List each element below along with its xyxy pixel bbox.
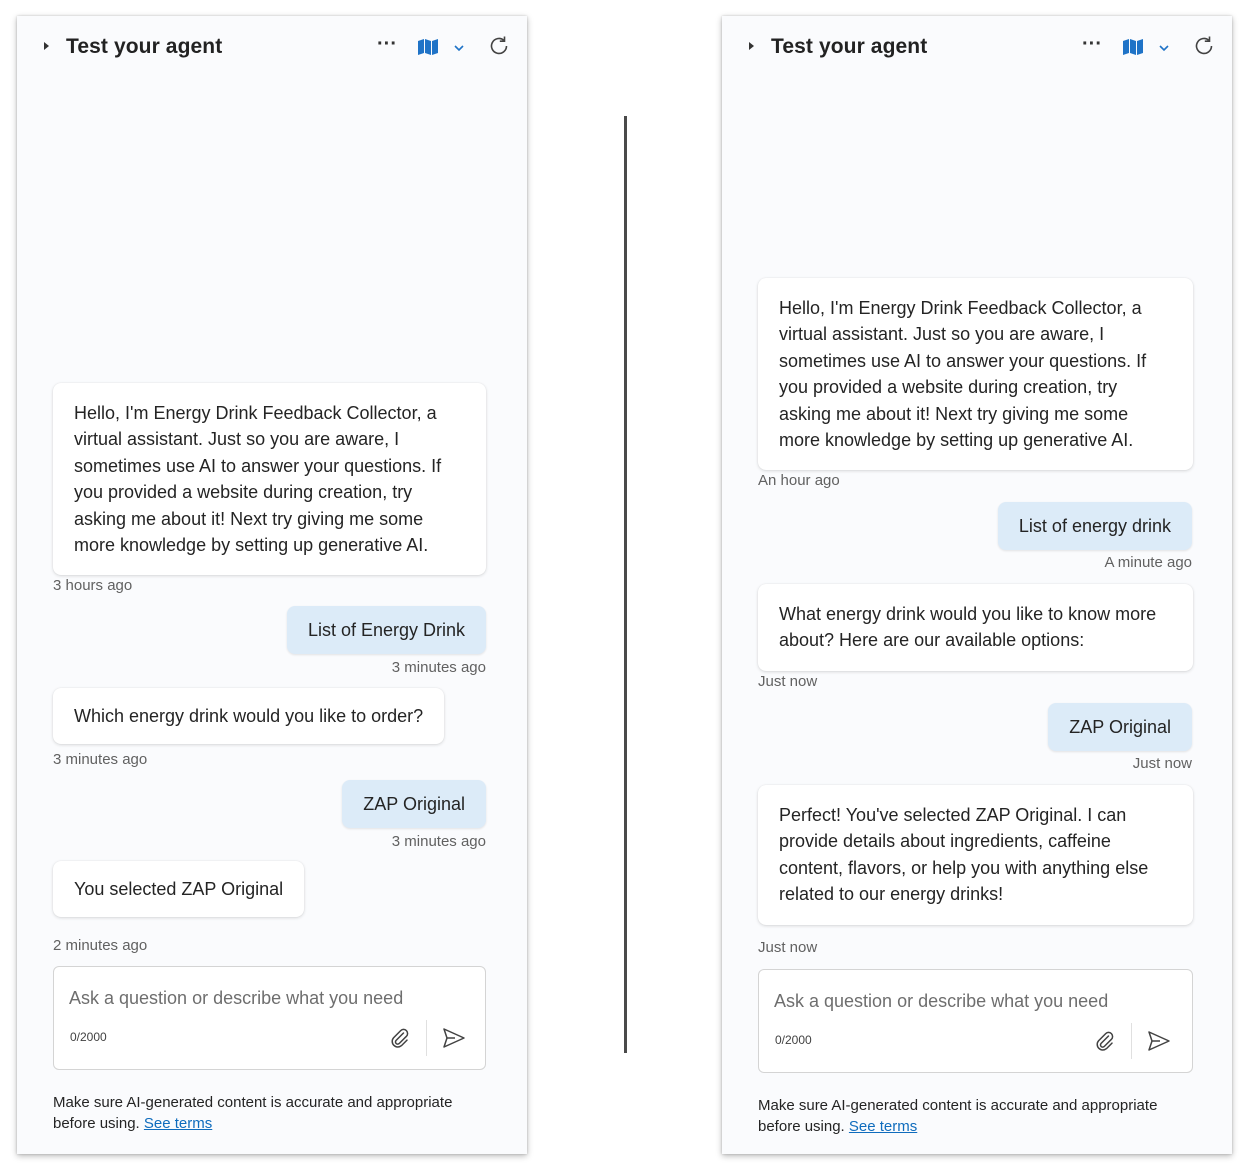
chat-input[interactable]: [69, 984, 469, 1012]
bot-message: You selected ZAP Original: [53, 861, 305, 918]
chevron-down-icon[interactable]: [1158, 40, 1170, 58]
attach-icon[interactable]: [1094, 1030, 1116, 1057]
user-message: List of energy drink: [997, 502, 1192, 550]
message-timestamp: 3 minutes ago: [391, 833, 486, 850]
chat-input[interactable]: [774, 987, 1174, 1015]
message-composer: 0/2000: [758, 969, 1193, 1073]
bot-message: Perfect! You've selected ZAP Original. I…: [758, 785, 1193, 925]
message-timestamp: Just now: [758, 673, 818, 690]
bot-message: Which energy drink would you like to ord…: [53, 688, 445, 745]
message-timestamp: 2 minutes ago: [53, 937, 148, 954]
chevron-down-icon[interactable]: [453, 40, 465, 58]
message-timestamp: Just now: [758, 939, 818, 956]
message-timestamp: Just now: [1132, 755, 1192, 772]
user-message: ZAP Original: [342, 780, 486, 828]
test-agent-panel-right: Test your agent ··· Hello, I'm Energy Dr…: [722, 16, 1232, 1154]
disclaimer: Make sure AI-generated content is accura…: [758, 1095, 1198, 1137]
message-composer: 0/2000: [53, 966, 486, 1070]
refresh-icon[interactable]: [488, 35, 510, 62]
map-icon[interactable]: [417, 38, 439, 61]
disclaimer-text: Make sure AI-generated content is accura…: [53, 1094, 453, 1132]
more-icon[interactable]: ···: [1082, 34, 1102, 54]
char-counter: 0/2000: [70, 1030, 107, 1044]
message-timestamp: 3 minutes ago: [53, 751, 148, 768]
send-icon[interactable]: [1147, 1030, 1171, 1057]
bot-message: What energy drink would you like to know…: [758, 584, 1193, 671]
disclaimer: Make sure AI-generated content is accura…: [53, 1092, 493, 1134]
map-icon[interactable]: [1122, 38, 1144, 61]
panel-header: Test your agent ···: [722, 16, 1232, 80]
user-message: List of Energy Drink: [286, 606, 486, 654]
see-terms-link[interactable]: See terms: [144, 1115, 212, 1132]
more-icon[interactable]: ···: [377, 34, 397, 54]
caret-right-icon[interactable]: [749, 42, 754, 50]
user-message: ZAP Original: [1048, 703, 1192, 751]
message-timestamp: An hour ago: [758, 472, 840, 489]
test-agent-panel-left: Test your agent ··· Hello, I'm Energy Dr…: [17, 16, 527, 1154]
panel-header: Test your agent ···: [17, 16, 527, 80]
bot-message: Hello, I'm Energy Drink Feedback Collect…: [53, 383, 486, 576]
panel-title: Test your agent: [66, 35, 223, 58]
char-counter: 0/2000: [775, 1033, 812, 1047]
panel-title: Test your agent: [771, 35, 928, 58]
composer-divider: [426, 1020, 427, 1056]
see-terms-link[interactable]: See terms: [849, 1118, 917, 1135]
bot-message: Hello, I'm Energy Drink Feedback Collect…: [758, 278, 1193, 471]
composer-divider: [1131, 1023, 1132, 1059]
refresh-icon[interactable]: [1193, 35, 1215, 62]
disclaimer-text: Make sure AI-generated content is accura…: [758, 1097, 1158, 1135]
message-timestamp: 3 minutes ago: [391, 659, 486, 676]
send-icon[interactable]: [442, 1027, 466, 1054]
attach-icon[interactable]: [389, 1027, 411, 1054]
message-timestamp: 3 hours ago: [53, 577, 133, 594]
caret-right-icon[interactable]: [44, 42, 49, 50]
comparison-divider: [624, 116, 627, 1053]
message-timestamp: A minute ago: [1104, 554, 1192, 571]
